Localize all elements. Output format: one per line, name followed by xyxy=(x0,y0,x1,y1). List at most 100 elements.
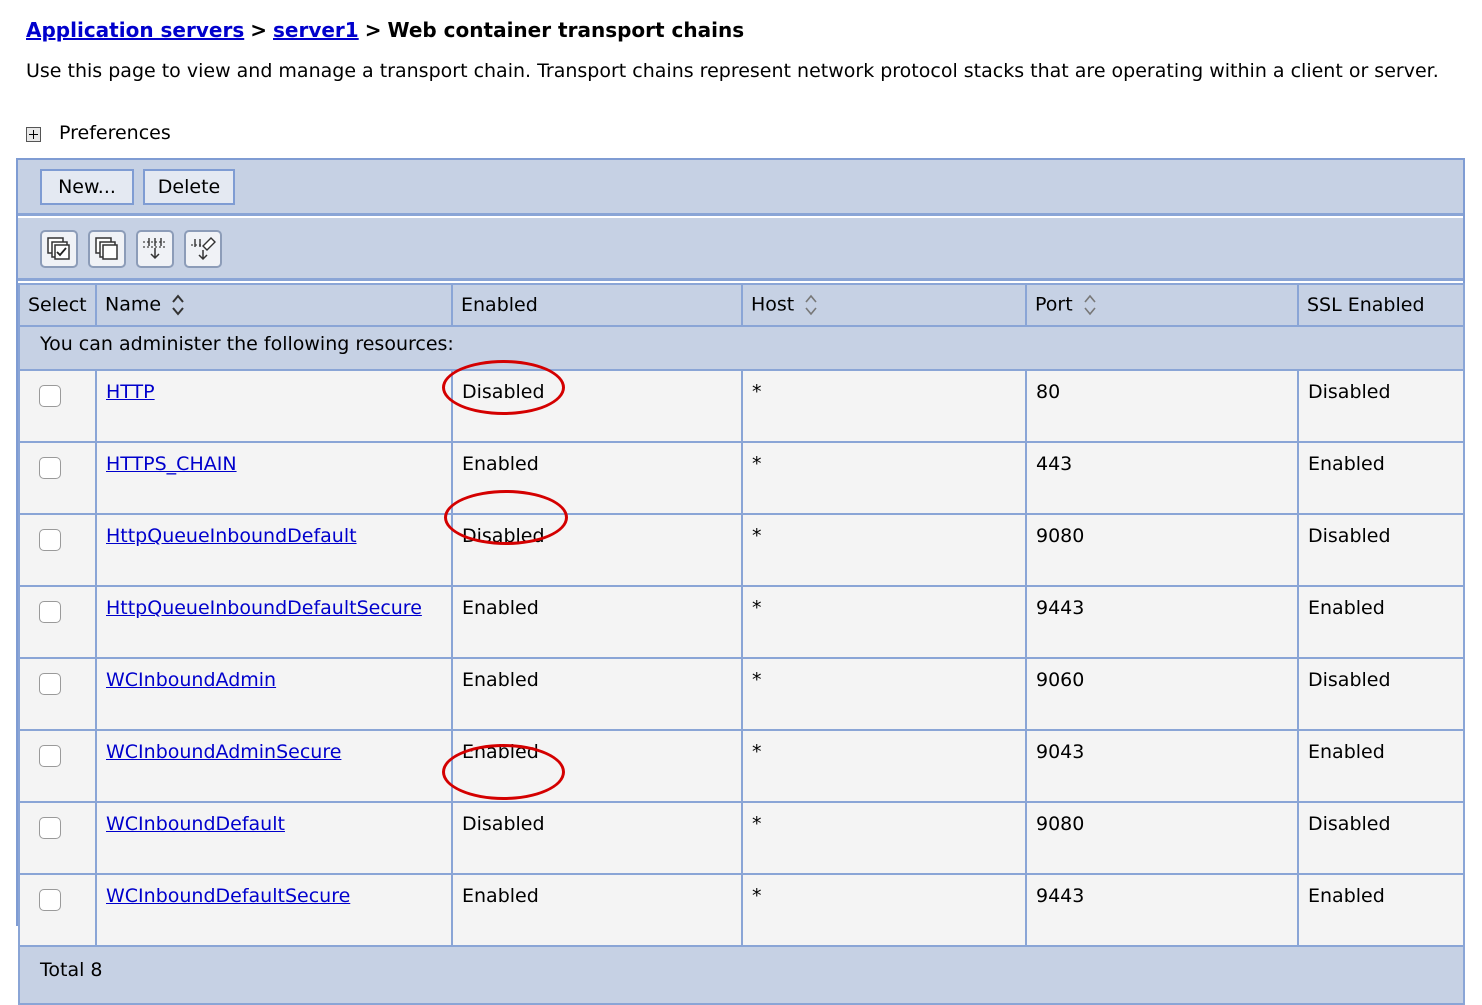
resources-caption-row: You can administer the following resourc… xyxy=(18,325,1465,371)
show-filter-icon[interactable] xyxy=(136,230,174,268)
chain-link[interactable]: WCInboundAdminSecure xyxy=(106,741,341,763)
button-toolbar: New... Delete xyxy=(18,160,1463,216)
ssl-cell: Enabled xyxy=(1297,585,1465,659)
chain-link[interactable]: WCInboundDefault xyxy=(106,813,285,835)
port-cell: 80 xyxy=(1025,369,1299,443)
host-cell: * xyxy=(741,657,1027,731)
select-cell xyxy=(18,729,97,803)
table-header-row: Select Name Enabled Host Port SSL Enable… xyxy=(18,283,1465,327)
name-cell: WCInboundDefaultSecure xyxy=(95,873,453,947)
expand-plus-icon[interactable] xyxy=(26,127,41,142)
breadcrumb: Application servers > server1 > Web containe… xyxy=(26,18,744,42)
chain-link[interactable]: WCInboundAdmin xyxy=(106,669,276,691)
table-row: WCInboundDefault Disabled * 9080 Disable… xyxy=(18,801,1465,875)
table-row: WCInboundDefaultSecure Enabled * 9443 En… xyxy=(18,873,1465,947)
ssl-cell: Disabled xyxy=(1297,513,1465,587)
enabled-cell: Enabled xyxy=(451,729,743,803)
select-cell xyxy=(18,585,97,659)
sort-icon[interactable] xyxy=(1083,293,1097,317)
select-cell xyxy=(18,873,97,947)
name-cell: WCInboundAdminSecure xyxy=(95,729,453,803)
breadcrumb-separator: > xyxy=(364,18,382,42)
row-checkbox[interactable] xyxy=(39,673,61,695)
column-header-name[interactable]: Name xyxy=(95,283,453,327)
breadcrumb-link-application-servers[interactable]: Application servers xyxy=(26,18,244,42)
icon-toolbar xyxy=(18,218,1463,281)
row-checkbox[interactable] xyxy=(39,529,61,551)
host-cell: * xyxy=(741,441,1027,515)
transport-chains-table: Select Name Enabled Host Port SSL Enable… xyxy=(18,283,1465,1005)
page-description: Use this page to view and manage a trans… xyxy=(26,60,1439,82)
host-cell: * xyxy=(741,801,1027,875)
column-header-enabled: Enabled xyxy=(451,283,743,327)
table-row: WCInboundAdminSecure Enabled * 9043 Enab… xyxy=(18,729,1465,803)
row-checkbox[interactable] xyxy=(39,889,61,911)
column-header-label: Host xyxy=(751,293,795,316)
chain-link[interactable]: WCInboundDefaultSecure xyxy=(106,885,350,907)
host-cell: * xyxy=(741,369,1027,443)
name-cell: HttpQueueInboundDefaultSecure xyxy=(95,585,453,659)
chain-link[interactable]: HttpQueueInboundDefault xyxy=(106,525,357,547)
row-checkbox[interactable] xyxy=(39,385,61,407)
table-row: HTTPS_CHAIN Enabled * 443 Enabled xyxy=(18,441,1465,515)
row-checkbox[interactable] xyxy=(39,817,61,839)
select-cell xyxy=(18,657,97,731)
name-cell: HTTP xyxy=(95,369,453,443)
preferences-toggle[interactable]: Preferences xyxy=(26,122,171,144)
chain-link[interactable]: HTTPS_CHAIN xyxy=(106,453,237,475)
chain-link[interactable]: HTTP xyxy=(106,381,155,403)
row-checkbox[interactable] xyxy=(39,601,61,623)
name-cell: WCInboundDefault xyxy=(95,801,453,875)
select-cell xyxy=(18,441,97,515)
total-count: Total 8 xyxy=(18,945,1465,1005)
select-cell xyxy=(18,801,97,875)
ssl-cell: Disabled xyxy=(1297,657,1465,731)
table-row: HTTP Disabled * 80 Disabled xyxy=(18,369,1465,443)
page-title: Web container transport chains xyxy=(387,18,745,42)
table-row: HttpQueueInboundDefault Disabled * 9080 … xyxy=(18,513,1465,587)
column-header-host[interactable]: Host xyxy=(741,283,1027,327)
ssl-cell: Disabled xyxy=(1297,801,1465,875)
column-header-label: Port xyxy=(1035,293,1073,316)
port-cell: 9443 xyxy=(1025,873,1299,947)
clear-filter-icon[interactable] xyxy=(184,230,222,268)
breadcrumb-link-server1[interactable]: server1 xyxy=(273,18,359,42)
breadcrumb-separator: > xyxy=(250,18,267,42)
host-cell: * xyxy=(741,729,1027,803)
select-all-icon[interactable] xyxy=(40,230,78,268)
transport-chains-panel: New... Delete Select Name Enabled Host P… xyxy=(16,158,1465,1005)
sort-icon[interactable] xyxy=(171,293,185,317)
enabled-cell: Disabled xyxy=(451,801,743,875)
table-total-row: Total 8 xyxy=(18,945,1465,1005)
row-checkbox[interactable] xyxy=(39,457,61,479)
new-button[interactable]: New... xyxy=(40,169,134,205)
column-header-label: Name xyxy=(105,293,162,316)
host-cell: * xyxy=(741,873,1027,947)
sort-icon[interactable] xyxy=(804,293,818,317)
table-row: WCInboundAdmin Enabled * 9060 Disabled xyxy=(18,657,1465,731)
enabled-cell: Enabled xyxy=(451,657,743,731)
row-checkbox[interactable] xyxy=(39,745,61,767)
port-cell: 9060 xyxy=(1025,657,1299,731)
ssl-cell: Disabled xyxy=(1297,369,1465,443)
enabled-cell: Disabled xyxy=(451,369,743,443)
column-header-port[interactable]: Port xyxy=(1025,283,1299,327)
ssl-cell: Enabled xyxy=(1297,729,1465,803)
port-cell: 9043 xyxy=(1025,729,1299,803)
port-cell: 9080 xyxy=(1025,513,1299,587)
deselect-all-icon[interactable] xyxy=(88,230,126,268)
enabled-cell: Enabled xyxy=(451,873,743,947)
name-cell: HttpQueueInboundDefault xyxy=(95,513,453,587)
ssl-cell: Enabled xyxy=(1297,873,1465,947)
name-cell: WCInboundAdmin xyxy=(95,657,453,731)
preferences-label: Preferences xyxy=(59,122,171,144)
host-cell: * xyxy=(741,513,1027,587)
enabled-cell: Enabled xyxy=(451,441,743,515)
port-cell: 443 xyxy=(1025,441,1299,515)
enabled-cell: Disabled xyxy=(451,513,743,587)
chain-link[interactable]: HttpQueueInboundDefaultSecure xyxy=(106,597,422,619)
delete-button[interactable]: Delete xyxy=(143,169,235,205)
select-cell xyxy=(18,513,97,587)
port-cell: 9080 xyxy=(1025,801,1299,875)
select-cell xyxy=(18,369,97,443)
